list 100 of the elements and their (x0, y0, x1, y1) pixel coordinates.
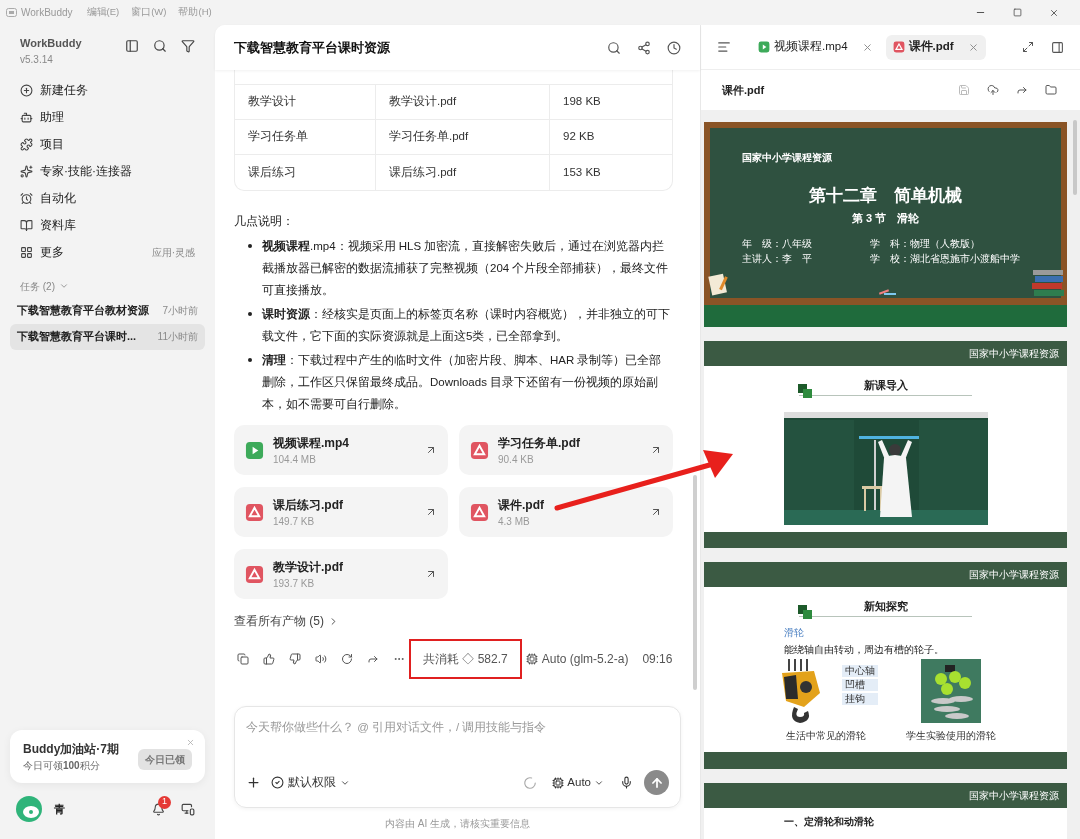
slide-heading: 新课导入 (863, 378, 908, 393)
slide-heading: 一、定滑轮和动滑轮 (784, 815, 874, 829)
video-file-icon (245, 440, 264, 460)
notes-title: 几点说明： (234, 214, 295, 229)
slide-banner: 国家中小学课程资源 (704, 783, 1067, 808)
pdf-file-icon (245, 502, 264, 522)
nav-item[interactable]: 助理 (10, 103, 205, 131)
note-text: 课时资源：经核实是页面上的标签页名称（课时内容概览），并非独立的可下载文件，它下面的实际资源就是上面这5类，已全部拿到。 (262, 307, 671, 345)
slide-heading: 新知探究 (863, 599, 908, 614)
plus-circle-icon (20, 83, 33, 97)
menu-icon[interactable] (717, 40, 731, 54)
bell-icon[interactable] (152, 802, 165, 816)
loading-icon (523, 775, 538, 790)
speaker-icon[interactable] (315, 653, 327, 666)
nav-item[interactable]: 资料库 (10, 211, 205, 239)
puzzle-icon (20, 137, 33, 151)
maximize-icon[interactable] (1013, 8, 1022, 17)
permission-dropdown[interactable]: 默认权限 (271, 773, 350, 792)
robot-icon (20, 110, 33, 124)
file-card[interactable]: 教学设计.pdf 193.7 KB (234, 549, 448, 600)
slide-term: 滑轮 (784, 626, 805, 640)
history-icon[interactable] (667, 40, 681, 55)
bullet-icon (248, 244, 252, 249)
video-file-icon (758, 41, 770, 53)
view-all-link[interactable]: 查看所有产物 (5) (234, 612, 339, 631)
task-item[interactable]: 下载智慧教育平台课时... 11小时前 (10, 323, 205, 350)
nav-item[interactable]: 自动化 (10, 184, 205, 212)
slide-section: 第 3 节 滑轮 (742, 209, 1029, 226)
folder-icon[interactable] (1045, 84, 1057, 96)
panel-toggle-icon[interactable] (125, 39, 139, 53)
file-card[interactable]: 课件.pdf 4.3 MB (459, 487, 673, 538)
slide-meta-text: 学 科：物理（人教版） (870, 237, 981, 251)
message-input[interactable]: 今天帮你做些什么？ @ 引用对话文件，/ 调用技能与指令 默认权限 Auto (234, 706, 681, 808)
slide-banner: 国家中小学课程资源 (704, 341, 1067, 366)
search-icon[interactable] (153, 39, 167, 53)
square-decor-icon (798, 384, 812, 398)
book-icon (20, 218, 33, 232)
nav-item[interactable]: 项目 (10, 130, 205, 158)
cost-text: 共消耗 ◇ 582.7 (409, 639, 522, 680)
expand-icon[interactable] (1022, 41, 1034, 53)
app-name: WorkBuddy (20, 36, 82, 51)
upload-icon[interactable] (987, 84, 999, 96)
user-name: 青 (54, 801, 66, 817)
copy-icon[interactable] (237, 653, 249, 666)
file-tab[interactable]: 视频课程.mp4 (751, 34, 880, 60)
file-card[interactable]: 视频课程.mp4 104.4 MB (234, 425, 448, 476)
bullet-icon (248, 312, 252, 317)
mic-icon[interactable] (620, 776, 633, 789)
file-name: 课后练习.pdf (273, 496, 344, 514)
figure-caption: 学生实验使用的滑轮 (906, 729, 996, 743)
devices-icon[interactable] (181, 802, 195, 816)
chalk-icon (878, 288, 898, 296)
chat-title: 下载智慧教育平台课时资源 (234, 38, 390, 57)
nav-item[interactable]: 专家·技能·连接器 (10, 157, 205, 185)
promo-text: 今日可领100积分 (23, 759, 101, 773)
nav-item[interactable]: 新建任务 (10, 76, 205, 104)
table-cell: 学习任务单 (235, 120, 376, 154)
slide-meta-text: 主讲人：李 平 (742, 252, 813, 266)
app-logo-icon (6, 7, 17, 18)
pdf-file-icon (470, 440, 489, 460)
share-icon[interactable] (1016, 84, 1028, 96)
model-text: Auto (glm-5.2-a) (541, 651, 629, 669)
pdf-file-icon (470, 502, 489, 522)
nav-item[interactable]: 更多 应用·灵感 (10, 238, 205, 266)
thumbs-down-icon[interactable] (289, 653, 301, 666)
note-text: 清理：下载过程中产生的临时文件（加密片段、脚本、HAR 录制等）已全部删除，工作区只保留最终成品。Downloads 目录下还留有一份视频的原始副本，如不需要可自行删除。 (262, 353, 663, 413)
close-icon[interactable] (861, 41, 873, 53)
model-icon (525, 653, 538, 666)
table-cell: 教学设计.pdf (376, 85, 550, 119)
share-icon[interactable] (637, 40, 651, 55)
chip-icon (552, 776, 565, 789)
time-text: 09:16 (642, 651, 673, 669)
pdf-file-icon (245, 564, 264, 584)
table-cell: 学习任务单.pdf (376, 120, 550, 154)
slide-chapter: 第十二章 简单机械 (808, 185, 963, 207)
send-button[interactable] (644, 770, 669, 795)
add-icon[interactable] (246, 775, 261, 790)
disclaimer-text: 内容由 AI 生成，请核实重要信息 (384, 817, 531, 831)
version-text: v5.3.14 (20, 52, 54, 67)
search-icon[interactable] (607, 40, 621, 55)
close-icon[interactable] (1049, 7, 1059, 18)
close-icon[interactable] (967, 41, 979, 53)
promo-title: Buddy加油站·7期 (23, 741, 119, 758)
panel-icon[interactable] (1051, 40, 1064, 54)
thumbs-up-icon[interactable] (263, 653, 275, 666)
file-name: 学习任务单.pdf (498, 434, 581, 452)
model-dropdown[interactable]: Auto (552, 773, 604, 792)
file-size: 4.3 MB (498, 514, 531, 529)
slide-banner: 国家中小学课程资源 (704, 562, 1067, 587)
file-card[interactable]: 课后练习.pdf 149.7 KB (234, 487, 448, 538)
retry-icon[interactable] (341, 653, 353, 666)
file-card[interactable]: 学习任务单.pdf 90.4 KB (459, 425, 673, 476)
file-title: 课件.pdf (722, 82, 766, 98)
filter-icon[interactable] (181, 39, 195, 53)
file-name: 课件.pdf (498, 496, 545, 514)
notepad-icon (708, 272, 730, 296)
task-item[interactable]: 下载智慧教育平台教材资源 7小时前 (10, 297, 205, 324)
file-size: 149.7 KB (273, 514, 316, 529)
file-tab[interactable]: 课件.pdf (885, 34, 986, 60)
books-icon (1031, 268, 1065, 298)
